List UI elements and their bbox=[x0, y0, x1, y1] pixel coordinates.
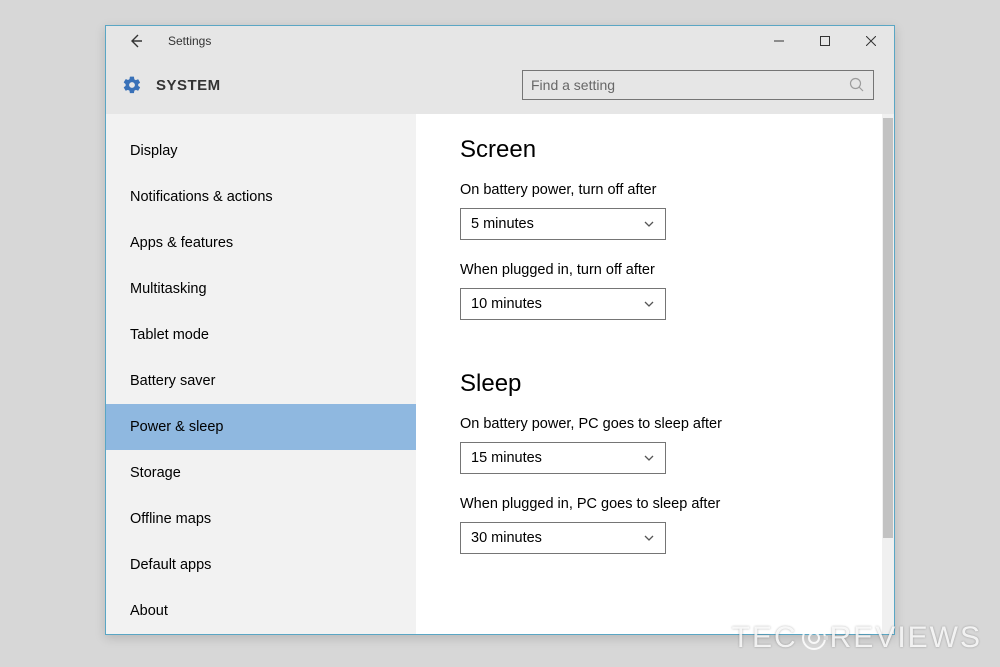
screen-plugged-label: When plugged in, turn off after bbox=[460, 262, 870, 278]
back-arrow-icon bbox=[128, 33, 144, 49]
sidebar-item-storage[interactable]: Storage bbox=[106, 450, 416, 496]
sidebar-item-label: Offline maps bbox=[130, 511, 211, 527]
close-icon bbox=[866, 36, 876, 46]
dropdown-value: 30 minutes bbox=[471, 530, 542, 546]
maximize-button[interactable] bbox=[802, 26, 848, 56]
content-pane: Screen On battery power, turn off after … bbox=[416, 114, 894, 634]
chevron-down-icon bbox=[643, 218, 655, 230]
sleep-battery-dropdown[interactable]: 15 minutes bbox=[460, 442, 666, 474]
sleep-plugged-dropdown[interactable]: 30 minutes bbox=[460, 522, 666, 554]
settings-window: Settings SYSTEM bbox=[105, 25, 895, 635]
app-branding: SYSTEM bbox=[122, 75, 221, 95]
sidebar-item-power[interactable]: Power & sleep bbox=[106, 404, 416, 450]
screen-plugged-dropdown[interactable]: 10 minutes bbox=[460, 288, 666, 320]
scrollbar-thumb[interactable] bbox=[883, 118, 893, 538]
sidebar-item-label: Display bbox=[130, 143, 178, 159]
screen-heading: Screen bbox=[460, 136, 870, 164]
sleep-heading: Sleep bbox=[460, 370, 870, 398]
sleep-battery-label: On battery power, PC goes to sleep after bbox=[460, 416, 870, 432]
window-title: Settings bbox=[168, 34, 211, 48]
minimize-button[interactable] bbox=[756, 26, 802, 56]
dropdown-value: 5 minutes bbox=[471, 216, 534, 232]
sidebar-item-label: Battery saver bbox=[130, 373, 215, 389]
header-row: SYSTEM bbox=[106, 56, 894, 114]
sidebar-item-tablet[interactable]: Tablet mode bbox=[106, 312, 416, 358]
sidebar-item-label: Notifications & actions bbox=[130, 189, 273, 205]
chevron-down-icon bbox=[643, 298, 655, 310]
screen-plugged-group: When plugged in, turn off after 10 minut… bbox=[460, 262, 870, 320]
back-button[interactable] bbox=[124, 29, 148, 53]
body: Display Notifications & actions Apps & f… bbox=[106, 114, 894, 634]
sidebar-item-about[interactable]: About bbox=[106, 588, 416, 634]
screen-battery-label: On battery power, turn off after bbox=[460, 182, 870, 198]
chevron-down-icon bbox=[643, 452, 655, 464]
sidebar-item-label: Default apps bbox=[130, 557, 211, 573]
chevron-down-icon bbox=[643, 532, 655, 544]
scrollbar-track[interactable] bbox=[882, 114, 894, 634]
sidebar-item-apps[interactable]: Apps & features bbox=[106, 220, 416, 266]
sidebar-item-label: Tablet mode bbox=[130, 327, 209, 343]
search-icon bbox=[849, 77, 865, 93]
search-input[interactable] bbox=[531, 77, 849, 93]
screen-battery-group: On battery power, turn off after 5 minut… bbox=[460, 182, 870, 240]
dropdown-value: 15 minutes bbox=[471, 450, 542, 466]
sidebar-item-multitasking[interactable]: Multitasking bbox=[106, 266, 416, 312]
maximize-icon bbox=[820, 36, 830, 46]
sidebar-item-label: Storage bbox=[130, 465, 181, 481]
sidebar-item-maps[interactable]: Offline maps bbox=[106, 496, 416, 542]
sidebar-item-battery[interactable]: Battery saver bbox=[106, 358, 416, 404]
sidebar-item-label: Apps & features bbox=[130, 235, 233, 251]
sidebar-item-label: Multitasking bbox=[130, 281, 207, 297]
sidebar-item-default-apps[interactable]: Default apps bbox=[106, 542, 416, 588]
sidebar: Display Notifications & actions Apps & f… bbox=[106, 114, 416, 634]
gear-icon bbox=[122, 75, 142, 95]
sidebar-item-notifications[interactable]: Notifications & actions bbox=[106, 174, 416, 220]
sleep-plugged-label: When plugged in, PC goes to sleep after bbox=[460, 496, 870, 512]
sleep-battery-group: On battery power, PC goes to sleep after… bbox=[460, 416, 870, 474]
dropdown-value: 10 minutes bbox=[471, 296, 542, 312]
sidebar-item-label: About bbox=[130, 603, 168, 619]
app-label: SYSTEM bbox=[156, 77, 221, 94]
titlebar: Settings bbox=[106, 26, 894, 56]
window-controls bbox=[756, 26, 894, 56]
search-box[interactable] bbox=[522, 70, 874, 100]
close-button[interactable] bbox=[848, 26, 894, 56]
minimize-icon bbox=[774, 36, 784, 46]
screen-battery-dropdown[interactable]: 5 minutes bbox=[460, 208, 666, 240]
sleep-plugged-group: When plugged in, PC goes to sleep after … bbox=[460, 496, 870, 554]
sidebar-item-display[interactable]: Display bbox=[106, 128, 416, 174]
sidebar-item-label: Power & sleep bbox=[130, 419, 224, 435]
